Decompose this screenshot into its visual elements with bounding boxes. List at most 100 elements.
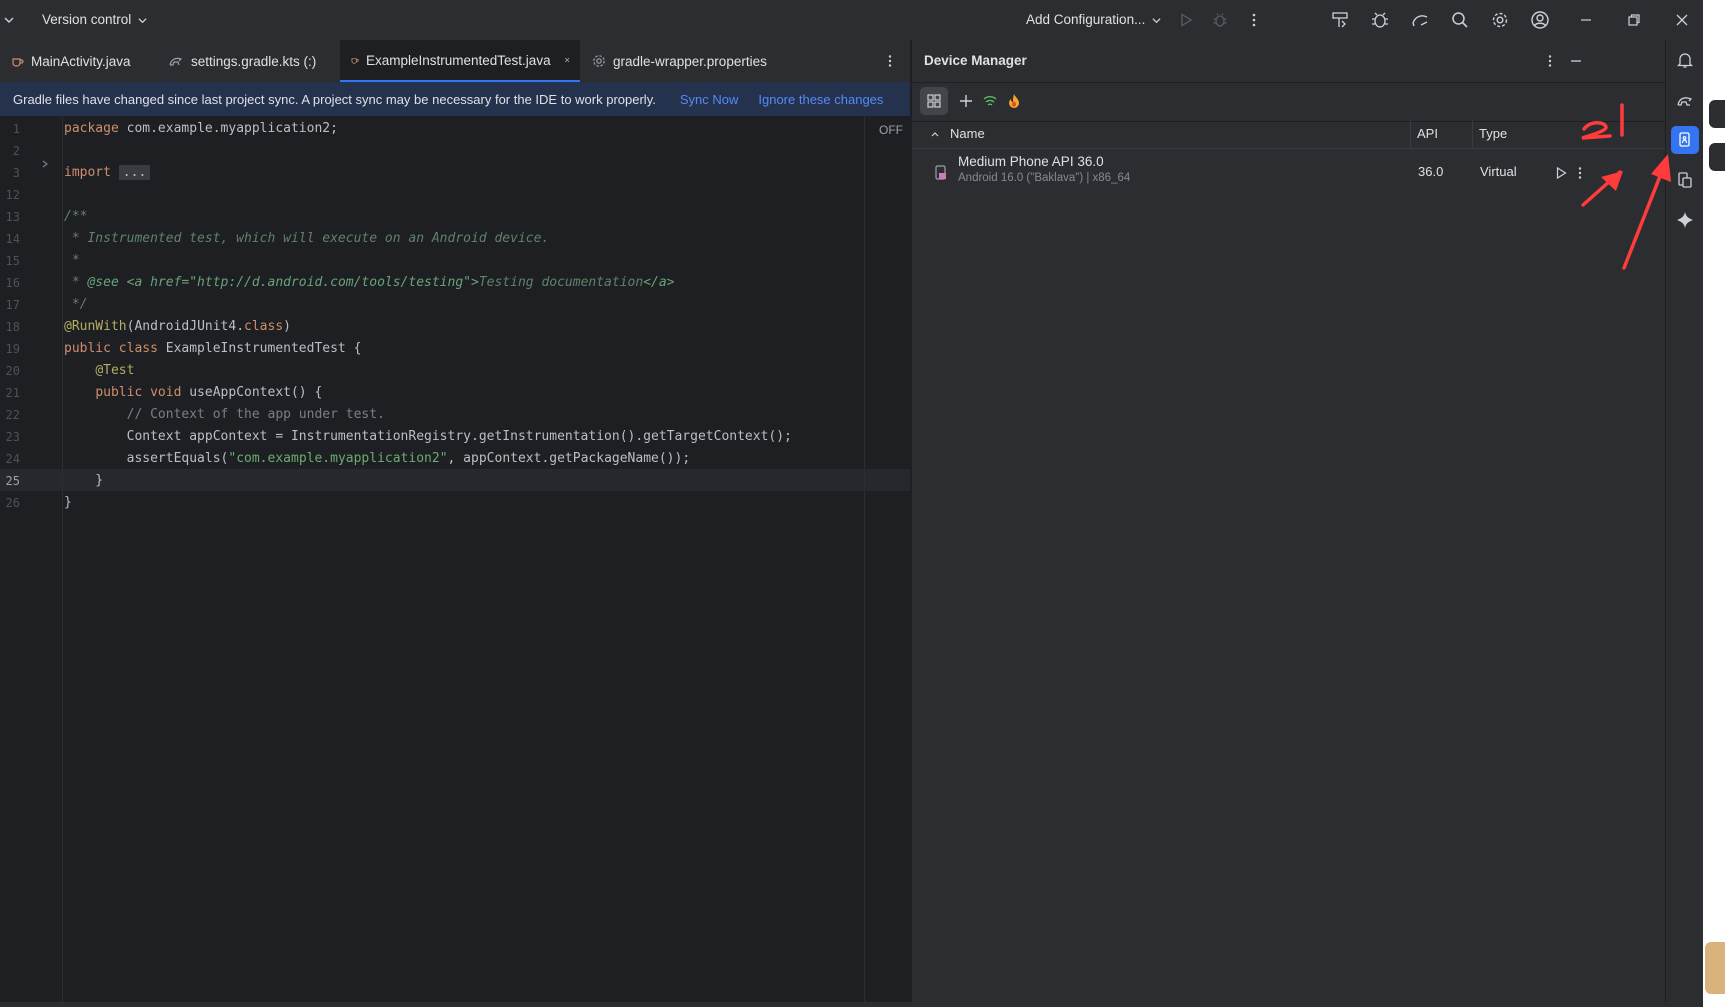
tab-gradle-wrapper[interactable]: gradle-wrapper.properties xyxy=(582,40,800,82)
tab-actions-button[interactable] xyxy=(876,47,904,75)
line-number: 23 xyxy=(5,430,20,444)
code-token: ExampleInstrumentedTest { xyxy=(157,341,362,356)
restore-icon xyxy=(1628,14,1640,26)
sync-project-button[interactable] xyxy=(1406,6,1434,34)
tab-label: MainActivity.java xyxy=(31,53,131,69)
restore-window-button[interactable] xyxy=(1620,6,1648,34)
version-control-widget[interactable]: Version control xyxy=(42,0,148,40)
background-window-chevron xyxy=(1709,100,1725,128)
line-number: 15 xyxy=(5,254,20,268)
code-line: * xyxy=(64,250,80,272)
code-line: } xyxy=(64,492,72,514)
close-tab-icon[interactable] xyxy=(564,55,570,65)
sort-ascending-icon[interactable] xyxy=(930,129,940,139)
column-header-type[interactable]: Type xyxy=(1479,120,1507,148)
minimize-icon xyxy=(1581,19,1591,21)
fold-expand-icon[interactable] xyxy=(40,159,50,169)
hide-panel-button[interactable] xyxy=(1562,47,1590,75)
banner-message: Gradle files have changed since last pro… xyxy=(13,91,656,107)
main-menu-chevron-icon[interactable] xyxy=(0,6,18,34)
code-token: assertEquals( xyxy=(64,451,229,466)
profiler-button[interactable] xyxy=(1366,6,1394,34)
device-mirroring-button[interactable] xyxy=(1326,6,1354,34)
line-number: 13 xyxy=(5,210,20,224)
account-button[interactable] xyxy=(1526,6,1554,34)
line-number: 1 xyxy=(12,122,20,136)
run-icon xyxy=(1181,13,1193,27)
notifications-button[interactable] xyxy=(1671,46,1699,74)
gear-icon xyxy=(1492,12,1508,28)
gradle-file-icon xyxy=(169,57,183,66)
annotation-number-marks xyxy=(1581,103,1624,140)
code-line: Context appContext = InstrumentationRegi… xyxy=(64,426,792,448)
minimize-window-button[interactable] xyxy=(1572,6,1600,34)
minimize-icon xyxy=(1571,60,1581,62)
tab-mainactivity[interactable]: MainActivity.java xyxy=(0,40,152,82)
search-icon xyxy=(1452,12,1468,28)
code-line: import ... xyxy=(64,162,151,184)
running-devices-tool-button[interactable] xyxy=(1671,166,1699,194)
firebase-test-lab-button[interactable] xyxy=(1000,87,1028,115)
inspection-widget[interactable]: OFF xyxy=(879,123,903,137)
tab-exampleinstrumentedtest[interactable]: ExampleInstrumentedTest.java xyxy=(340,40,580,82)
run-configuration-selector[interactable]: Add Configuration... xyxy=(1026,0,1162,40)
sync-now-link[interactable]: Sync Now xyxy=(680,92,739,107)
version-control-label: Version control xyxy=(42,12,132,27)
line-number: 26 xyxy=(5,496,20,510)
ignore-changes-link[interactable]: Ignore these changes xyxy=(758,92,883,107)
gemini-tool-button[interactable] xyxy=(1671,206,1699,234)
device-type: Virtual xyxy=(1480,164,1517,179)
code-token: </a> xyxy=(643,275,675,290)
code-token: package xyxy=(64,121,119,136)
play-icon xyxy=(1556,166,1567,180)
properties-file-icon xyxy=(593,55,605,67)
code-token: */ xyxy=(64,297,88,312)
code-line: public class ExampleInstrumentedTest { xyxy=(64,338,361,360)
code-token: import xyxy=(64,165,111,180)
line-number: 14 xyxy=(5,232,20,246)
run-button[interactable] xyxy=(1172,6,1200,34)
bug-gear-icon xyxy=(1372,12,1388,28)
device-api: 36.0 xyxy=(1418,164,1444,179)
gradle-tool-button[interactable] xyxy=(1671,86,1699,114)
close-window-button[interactable] xyxy=(1668,6,1696,34)
device-manager-tool-button[interactable] xyxy=(1671,126,1699,154)
tab-label: ExampleInstrumentedTest.java xyxy=(365,52,551,68)
editor-right-gutter: OFF xyxy=(864,117,911,1002)
code-token: } xyxy=(64,473,104,488)
tab-settings-gradle[interactable]: settings.gradle.kts (:) xyxy=(158,40,338,82)
code-line: * @see <a href="http://d.android.com/too… xyxy=(64,272,675,294)
code-token: } xyxy=(64,495,72,510)
chevron-down-icon xyxy=(1152,17,1161,23)
java-file-icon xyxy=(351,58,359,64)
line-number: 3 xyxy=(12,166,20,180)
code-editor[interactable]: 1 2 3 12 13 14 15 16 17 18 19 20 21 22 23 24 25 26 packag… xyxy=(0,117,910,1002)
folded-imports[interactable]: ... xyxy=(118,165,151,180)
gradle-elephant-icon xyxy=(1677,97,1693,106)
device-manager-toolbar xyxy=(912,82,1666,122)
settings-button[interactable] xyxy=(1486,6,1514,34)
code-token: @Test xyxy=(95,363,135,378)
column-header-name[interactable]: Name xyxy=(950,120,985,148)
column-divider xyxy=(1410,120,1411,148)
line-number-gutter: 1 2 3 12 13 14 15 16 17 18 19 20 21 22 23 24 25 26 xyxy=(0,117,63,1002)
device-mirror-icon xyxy=(1332,12,1348,28)
mascot-sticker xyxy=(1705,942,1725,994)
panel-options-button[interactable] xyxy=(1536,47,1564,75)
group-devices-button[interactable] xyxy=(920,87,948,115)
search-button[interactable] xyxy=(1446,6,1474,34)
code-token: Testing documentation xyxy=(478,275,644,290)
code-token: (AndroidJUnit4. xyxy=(126,319,245,334)
more-vertical-icon xyxy=(888,55,892,67)
more-actions-button[interactable] xyxy=(1240,6,1268,34)
line-number: 24 xyxy=(5,452,20,466)
debug-button[interactable] xyxy=(1206,6,1234,34)
code-line: assertEquals("com.example.myapplication2… xyxy=(64,448,691,470)
device-manager-icon xyxy=(1679,132,1690,147)
device-row[interactable]: Medium Phone API 36.0 Android 16.0 ("Bak… xyxy=(912,149,1666,197)
column-header-api[interactable]: API xyxy=(1417,120,1438,148)
annotation-arrow-to-device-manager xyxy=(1622,154,1671,270)
plus-icon xyxy=(960,95,972,107)
